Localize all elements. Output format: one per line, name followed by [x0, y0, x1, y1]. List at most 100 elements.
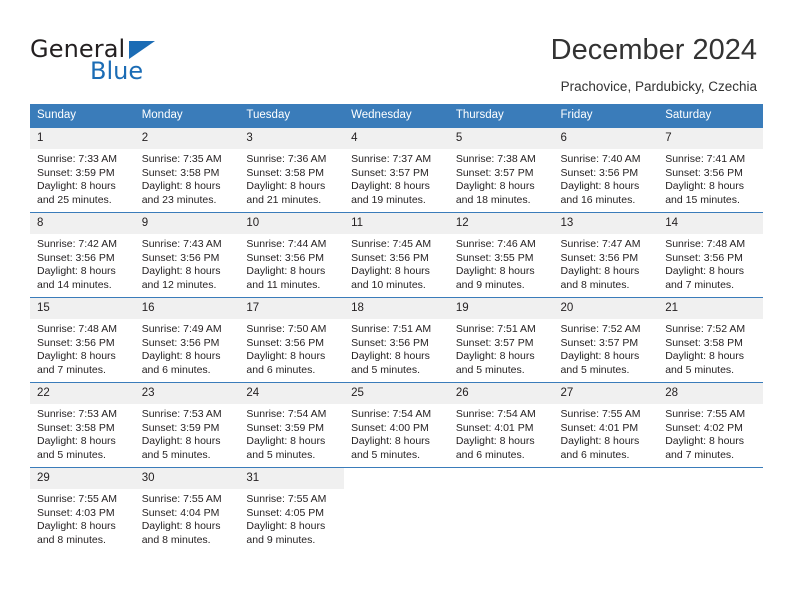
calendar-day-cell[interactable]: 8 Sunrise: 7:42 AM Sunset: 3:56 PM Daylight… [30, 212, 135, 298]
daylight-line2-text: and 9 minutes. [246, 533, 316, 546]
sunrise-text: Sunrise: 7:52 AM [665, 323, 746, 335]
calendar-day-cell[interactable]: 12 Sunrise: 7:46 AM Sunset: 3:55 PM Dayligh… [448, 212, 554, 298]
daylight-line1-text: Daylight: 8 hours [141, 180, 221, 193]
general-blue-logo[interactable]: General Blue [30, 36, 230, 84]
sunrise-text: Sunrise: 7:51 AM [455, 323, 536, 335]
sunset-text: Sunset: 3:56 PM [351, 251, 429, 264]
sunrise-text: Sunrise: 7:40 AM [560, 153, 641, 165]
calendar-day-cell[interactable]: 2 Sunrise: 7:35 AM Sunset: 3:58 PM Daylight… [134, 127, 240, 213]
day-details: Sunrise: 7:43 AM Sunset: 3:56 PM Daylight:… [135, 234, 240, 292]
daylight-line2-text: and 5 minutes. [37, 448, 106, 461]
sunset-text: Sunset: 3:57 PM [455, 336, 534, 349]
day-number [554, 468, 659, 489]
sunrise-text: Sunrise: 7:51 AM [351, 323, 432, 335]
sunset-text: Sunset: 3:56 PM [246, 251, 325, 264]
calendar-day-cell-empty [553, 467, 659, 552]
sunrise-text: Sunrise: 7:45 AM [351, 238, 432, 250]
sunrise-text: Sunrise: 7:52 AM [560, 323, 641, 335]
day-number: 23 [134, 383, 240, 404]
calendar-day-cell[interactable]: 31 Sunrise: 7:55 AM Sunset: 4:05 PM Dayligh… [239, 467, 345, 552]
calendar-day-cell[interactable]: 23 Sunrise: 7:53 AM Sunset: 3:59 PM Dayligh… [134, 382, 240, 468]
calendar-day-cell[interactable]: 17 Sunrise: 7:50 AM Sunset: 3:56 PM Dayligh… [239, 297, 345, 383]
calendar-day-cell[interactable]: 7 Sunrise: 7:41 AM Sunset: 3:56 PM Daylight… [658, 127, 763, 213]
daylight-line1-text: Daylight: 8 hours [455, 350, 535, 363]
calendar-day-cell[interactable]: 26 Sunrise: 7:54 AM Sunset: 4:01 PM Dayligh… [448, 382, 554, 468]
calendar-day-cell[interactable]: 6 Sunrise: 7:40 AM Sunset: 3:56 PM Daylight… [553, 127, 659, 213]
calendar-week-row: 15 Sunrise: 7:48 AM Sunset: 3:56 PM Dayligh… [30, 297, 763, 383]
daylight-line1-text: Daylight: 8 hours [246, 350, 326, 363]
weekday-header-saturday: Saturday [658, 104, 763, 128]
day-details: Sunrise: 7:44 AM Sunset: 3:56 PM Daylight:… [239, 234, 344, 292]
daylight-line2-text: and 8 minutes. [141, 533, 211, 546]
calendar-day-cell[interactable]: 25 Sunrise: 7:54 AM Sunset: 4:00 PM Dayligh… [344, 382, 449, 468]
daylight-line1-text: Daylight: 8 hours [455, 435, 535, 448]
day-details: Sunrise: 7:38 AM Sunset: 3:57 PM Daylight:… [449, 149, 554, 207]
calendar-day-cell-empty [658, 467, 763, 552]
sunrise-sunset-calendar: Sunday Monday Tuesday Wednesday Thursday… [30, 104, 763, 552]
daylight-line1-text: Daylight: 8 hours [141, 435, 221, 448]
sunrise-text: Sunrise: 7:48 AM [665, 238, 746, 250]
sunrise-text: Sunrise: 7:47 AM [560, 238, 641, 250]
calendar-day-cell[interactable]: 4 Sunrise: 7:37 AM Sunset: 3:57 PM Daylight… [344, 127, 449, 213]
calendar-day-cell[interactable]: 27 Sunrise: 7:55 AM Sunset: 4:01 PM Dayligh… [553, 382, 659, 468]
calendar-day-cell[interactable]: 1 Sunrise: 7:33 AM Sunset: 3:59 PM Daylight… [30, 127, 135, 213]
calendar-week-row: 22 Sunrise: 7:53 AM Sunset: 3:58 PM Dayligh… [30, 382, 763, 468]
calendar-day-cell[interactable]: 18 Sunrise: 7:51 AM Sunset: 3:56 PM Dayligh… [344, 297, 449, 383]
day-number: 14 [658, 213, 763, 234]
calendar-day-cell[interactable]: 21 Sunrise: 7:52 AM Sunset: 3:58 PM Dayligh… [658, 297, 763, 383]
day-details: Sunrise: 7:53 AM Sunset: 3:59 PM Daylight:… [135, 404, 240, 462]
calendar-day-cell[interactable]: 15 Sunrise: 7:48 AM Sunset: 3:56 PM Dayligh… [30, 297, 135, 383]
weekday-header-tuesday: Tuesday [239, 104, 345, 128]
calendar-day-cell[interactable]: 10 Sunrise: 7:44 AM Sunset: 3:56 PM Dayligh… [239, 212, 345, 298]
sunset-text: Sunset: 3:59 PM [246, 421, 325, 434]
calendar-day-cell[interactable]: 30 Sunrise: 7:55 AM Sunset: 4:04 PM Dayligh… [134, 467, 240, 552]
sunrise-text: Sunrise: 7:41 AM [665, 153, 746, 165]
calendar-day-cell[interactable]: 22 Sunrise: 7:53 AM Sunset: 3:58 PM Dayligh… [30, 382, 135, 468]
page-header: General Blue December 2024 Prachovice, P… [0, 0, 792, 100]
day-details: Sunrise: 7:54 AM Sunset: 4:01 PM Daylight:… [449, 404, 554, 462]
day-details: Sunrise: 7:49 AM Sunset: 3:56 PM Daylight:… [135, 319, 240, 377]
calendar-page: General Blue December 2024 Prachovice, P… [0, 0, 792, 612]
calendar-day-cell[interactable]: 20 Sunrise: 7:52 AM Sunset: 3:57 PM Dayligh… [553, 297, 659, 383]
sunset-text: Sunset: 3:56 PM [560, 251, 639, 264]
sunset-text: Sunset: 3:56 PM [141, 251, 220, 264]
day-number [658, 468, 763, 489]
calendar-day-cell[interactable]: 3 Sunrise: 7:36 AM Sunset: 3:58 PM Daylight… [239, 127, 345, 213]
day-number: 11 [344, 213, 449, 234]
sunset-text: Sunset: 3:57 PM [455, 166, 534, 179]
daylight-line2-text: and 5 minutes. [141, 448, 211, 461]
calendar-day-cell[interactable]: 9 Sunrise: 7:43 AM Sunset: 3:56 PM Daylight… [134, 212, 240, 298]
calendar-day-cell[interactable]: 13 Sunrise: 7:47 AM Sunset: 3:56 PM Dayligh… [553, 212, 659, 298]
calendar-day-cell[interactable]: 5 Sunrise: 7:38 AM Sunset: 3:57 PM Daylight… [448, 127, 554, 213]
day-number: 1 [30, 128, 135, 149]
day-number: 7 [658, 128, 763, 149]
calendar-day-cell-empty [448, 467, 554, 552]
sunrise-text: Sunrise: 7:36 AM [246, 153, 327, 165]
sunset-text: Sunset: 3:58 PM [37, 421, 115, 434]
day-details: Sunrise: 7:51 AM Sunset: 3:57 PM Daylight:… [449, 319, 554, 377]
daylight-line1-text: Daylight: 8 hours [665, 265, 745, 278]
calendar-day-cell[interactable]: 28 Sunrise: 7:55 AM Sunset: 4:02 PM Dayligh… [658, 382, 763, 468]
daylight-line2-text: and 11 minutes. [246, 278, 321, 291]
calendar-day-cell[interactable]: 24 Sunrise: 7:54 AM Sunset: 3:59 PM Dayligh… [239, 382, 345, 468]
calendar-day-cell[interactable]: 14 Sunrise: 7:48 AM Sunset: 3:56 PM Dayligh… [658, 212, 763, 298]
calendar-day-cell[interactable]: 11 Sunrise: 7:45 AM Sunset: 3:56 PM Dayligh… [344, 212, 449, 298]
calendar-day-cell[interactable]: 16 Sunrise: 7:49 AM Sunset: 3:56 PM Dayligh… [134, 297, 240, 383]
sunset-text: Sunset: 4:00 PM [351, 421, 429, 434]
sunset-text: Sunset: 3:56 PM [246, 336, 325, 349]
sunset-text: Sunset: 3:57 PM [351, 166, 429, 179]
calendar-week-row: 8 Sunrise: 7:42 AM Sunset: 3:56 PM Daylight… [30, 212, 763, 298]
daylight-line1-text: Daylight: 8 hours [37, 435, 116, 448]
calendar-day-cell[interactable]: 29 Sunrise: 7:55 AM Sunset: 4:03 PM Dayligh… [30, 467, 135, 552]
sunrise-text: Sunrise: 7:54 AM [455, 408, 536, 420]
sunrise-text: Sunrise: 7:46 AM [455, 238, 536, 250]
day-number: 24 [239, 383, 345, 404]
day-number [449, 468, 554, 489]
weekday-header-monday: Monday [134, 104, 240, 128]
daylight-line1-text: Daylight: 8 hours [246, 265, 326, 278]
daylight-line2-text: and 6 minutes. [141, 363, 211, 376]
daylight-line1-text: Daylight: 8 hours [246, 435, 326, 448]
calendar-day-cell[interactable]: 19 Sunrise: 7:51 AM Sunset: 3:57 PM Dayligh… [448, 297, 554, 383]
daylight-line2-text: and 5 minutes. [665, 363, 735, 376]
sunset-text: Sunset: 3:58 PM [246, 166, 325, 179]
